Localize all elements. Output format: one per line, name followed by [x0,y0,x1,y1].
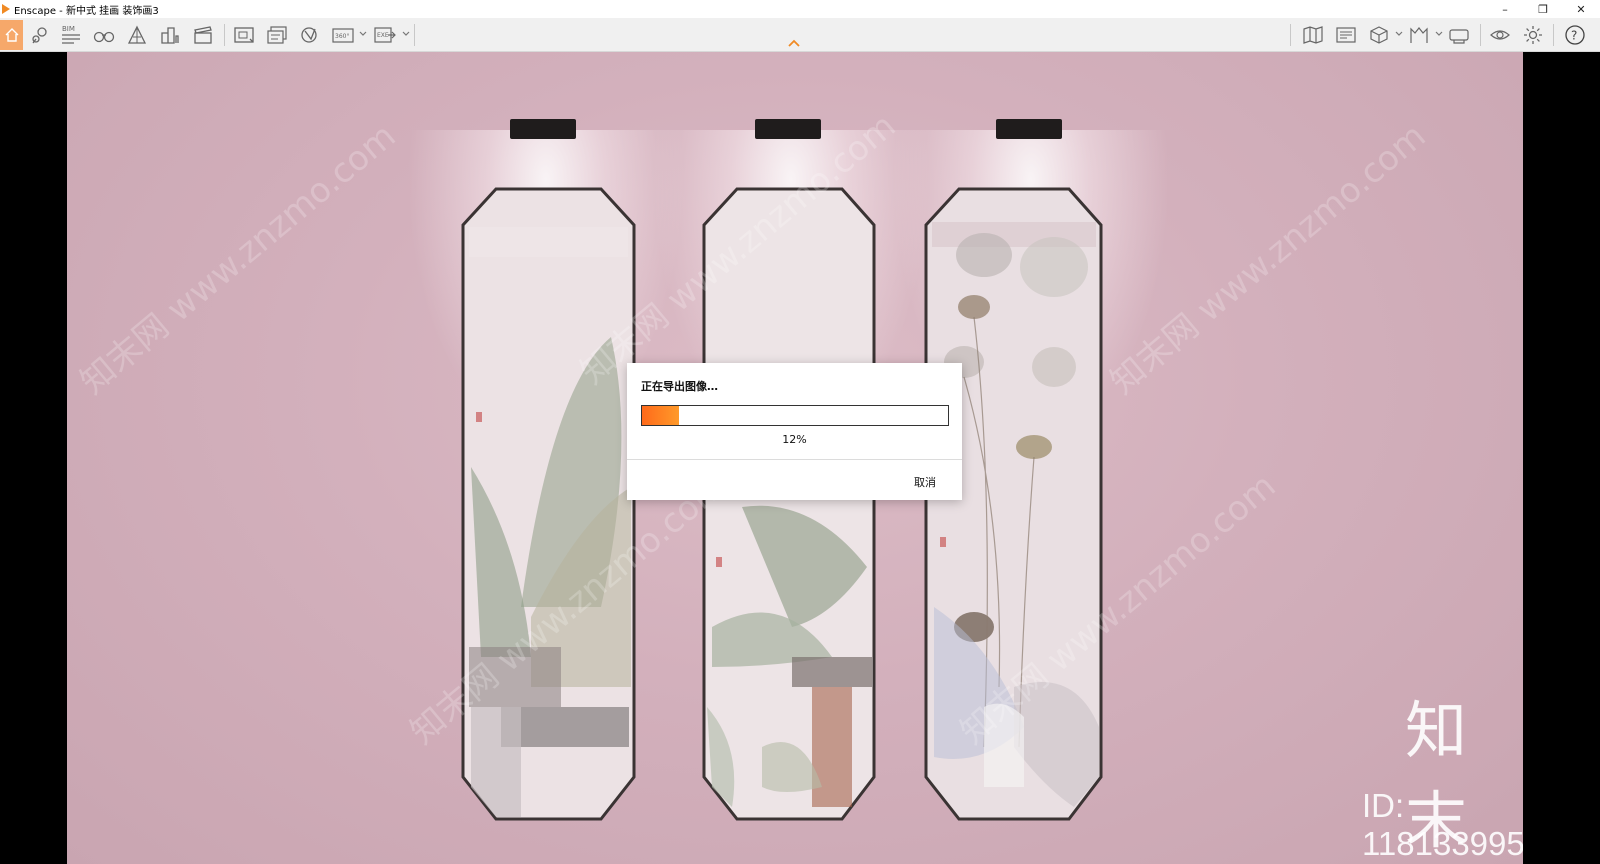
dialog-divider [627,459,962,460]
export-button[interactable]: EXE [372,23,398,47]
video-button[interactable] [297,23,323,47]
perspective-icon [127,25,147,44]
visibility-icon [1490,30,1510,40]
home-icon [5,28,18,42]
map-icon [1303,26,1323,44]
help-button[interactable]: ? [1562,23,1588,47]
restore-button[interactable]: ❐ [1524,0,1562,18]
vr-icon [1449,29,1469,44]
cube-button[interactable] [1366,23,1392,47]
title-bar: Enscape - 新中式 挂画 装饰画3 – ❐ ✕ [0,0,1600,18]
clapper-button[interactable] [190,23,216,47]
panorama-dropdown-icon[interactable] [359,30,367,38]
home-button[interactable] [0,20,23,50]
wall-lamp [755,119,821,139]
svg-text:360°: 360° [335,33,349,40]
video-icon [301,27,317,43]
toolbar-separator [414,24,415,46]
asset-library-button[interactable] [1333,23,1359,47]
settings-icon [1524,26,1542,44]
location-button[interactable] [27,23,53,47]
settings-button[interactable] [1520,23,1546,47]
painting-panel-banana-pavilion [702,187,877,821]
views-dropdown-icon[interactable] [1435,30,1443,38]
binoculars-button[interactable] [91,23,117,47]
export-dropdown-icon[interactable] [402,30,410,38]
painting-panel-banana-wall [461,187,636,821]
toolbar-separator [1290,24,1291,46]
views-button[interactable] [1406,23,1432,47]
svg-text:BIM: BIM [62,25,75,33]
toolbar-separator [1553,24,1554,46]
wall-lamp [510,119,576,139]
batch-render-icon [267,26,287,44]
bim-icon: BIM [62,25,80,44]
svg-text:?: ? [1571,29,1577,43]
toolbar: BIM 360° EXE ? [0,18,1600,52]
panorama-button[interactable]: 360° [330,23,356,47]
help-icon: ? [1565,25,1585,45]
toolbar-separator [224,24,225,46]
watermark-text: 知末网 www.znzmo.com [1102,115,1434,403]
views-icon [1410,27,1428,43]
minimize-button[interactable]: – [1486,0,1524,18]
window-controls: – ❐ ✕ [1486,0,1600,18]
bim-button[interactable]: BIM [58,23,84,47]
location-icon [32,27,47,44]
cancel-button[interactable]: 取消 [914,474,936,490]
building-icon [161,27,179,44]
visibility-button[interactable] [1487,23,1513,47]
dialog-title: 正在导出图像… [641,380,718,393]
watermark-text: 知末网 www.znzmo.com [72,115,404,403]
progress-percent: 12% [782,433,807,446]
screenshot-button[interactable] [231,23,257,47]
binoculars-icon [93,31,115,43]
asset-library-icon [1336,27,1356,43]
collapse-toolbar-icon[interactable] [787,38,801,48]
painting-panel-lotus [924,187,1104,821]
svg-text:EXE: EXE [377,32,389,39]
map-button[interactable] [1300,23,1326,47]
panorama-icon: 360° [332,28,354,43]
cube-dropdown-icon[interactable] [1395,30,1403,38]
perspective-button[interactable] [124,23,150,47]
cube-icon [1370,26,1388,44]
export-progress-dialog: 正在导出图像… 12% 取消 [627,363,962,500]
vr-button[interactable] [1446,23,1472,47]
close-button[interactable]: ✕ [1562,0,1600,18]
screenshot-icon [234,27,254,43]
brand-id-text: ID: 1181339958 [1362,787,1523,862]
export-icon: EXE [374,27,396,43]
progress-fill [642,406,679,425]
batch-render-button[interactable] [264,23,290,47]
window-title: Enscape - 新中式 挂画 装饰画3 [14,5,159,17]
toolbar-separator [1480,24,1481,46]
enscape-app-icon [2,4,10,14]
clapper-icon [194,26,212,44]
wall-lamp [996,119,1062,139]
building-button[interactable] [157,23,183,47]
export-progress-bar [641,405,949,426]
